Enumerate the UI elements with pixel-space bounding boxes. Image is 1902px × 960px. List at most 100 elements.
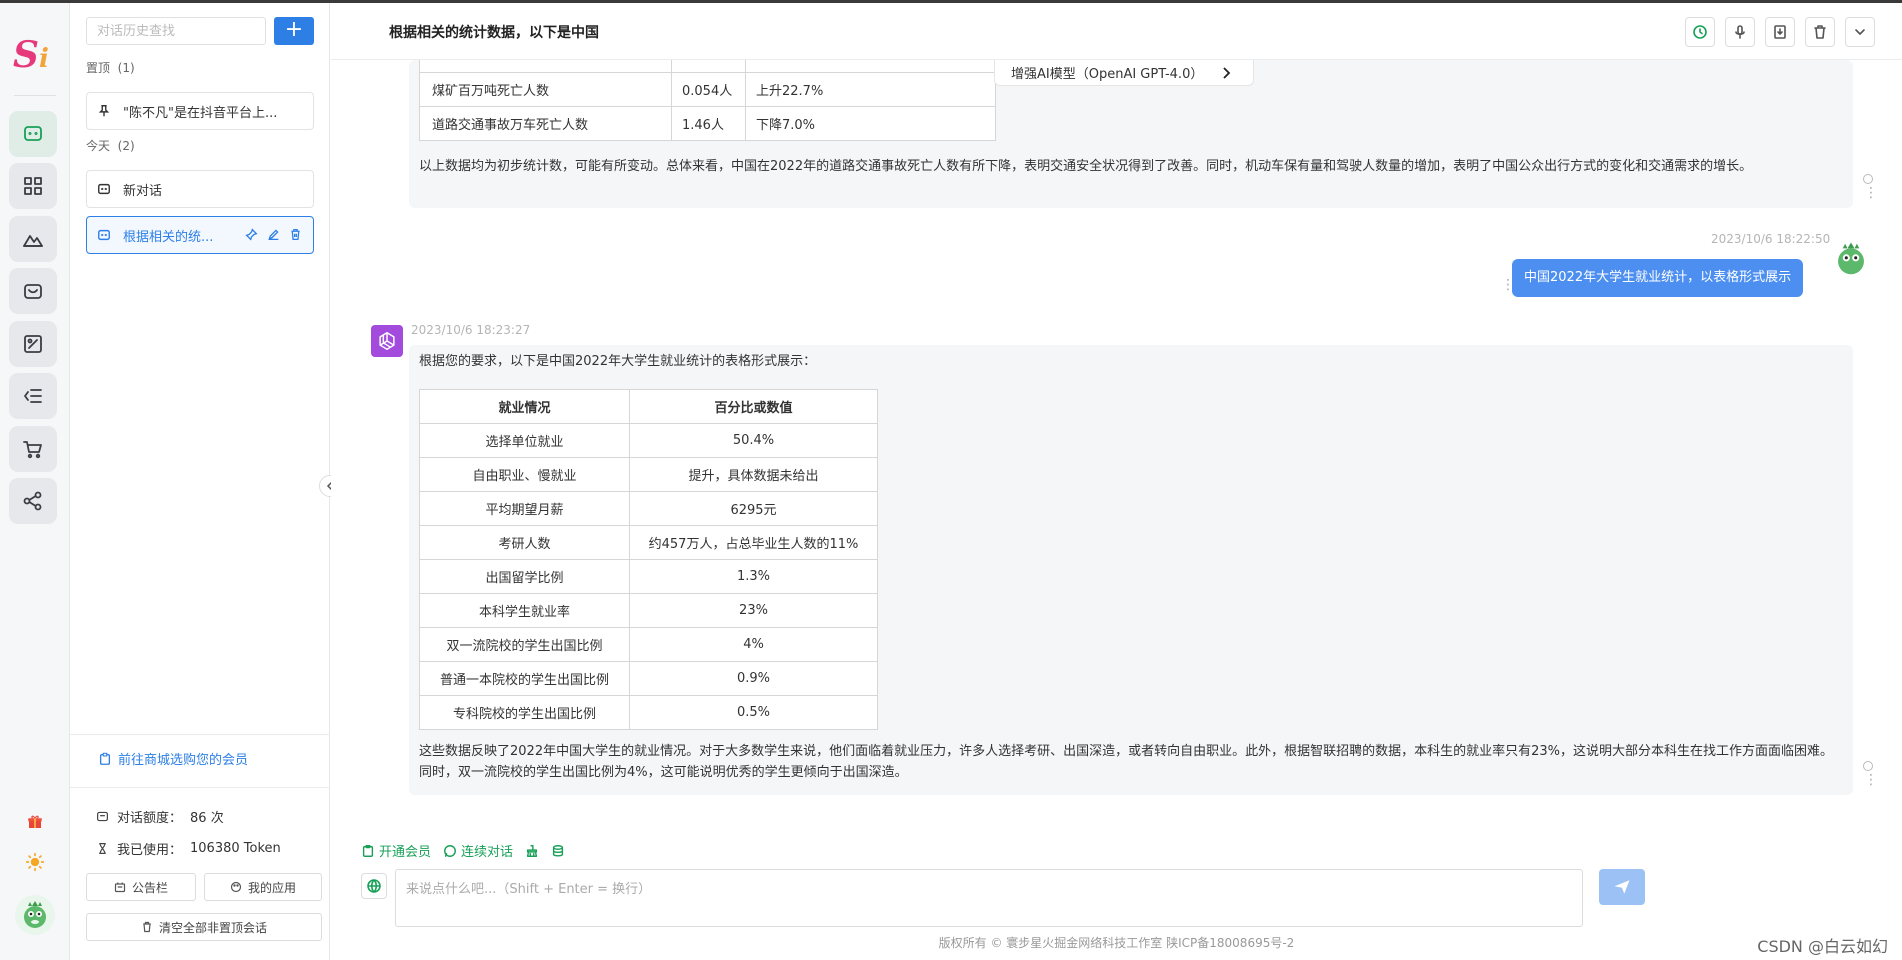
table-row: 自由职业、慢就业 提升，具体数据未给出 <box>419 457 878 492</box>
table-row: 出国留学比例 1.3% <box>419 559 878 594</box>
table-row: 普通一本院校的学生出国比例 0.9% <box>419 661 878 696</box>
table-row: 煤矿百万吨死亡人数 0.054人 上升22.7% <box>419 71 996 107</box>
conversation-title: 新对话 <box>123 183 163 199</box>
chat-main: 根据相关的统计数据，以下是中国 煤矿百万吨死亡人数 0.054人 上升22.7% <box>331 3 1902 960</box>
conversation-item-active[interactable]: 根据相关的统... <box>86 216 314 254</box>
table-row: 选择单位就业 50.4% <box>419 423 878 458</box>
send-button[interactable] <box>1599 869 1645 905</box>
gift-icon[interactable] <box>24 811 46 833</box>
conversation-item-new[interactable]: 新对话 <box>86 170 314 208</box>
rail-list-button[interactable] <box>9 373 57 419</box>
table-row: 考研人数 约457万人，占总毕业生人数的11% <box>419 525 878 560</box>
cart-icon <box>23 441 42 459</box>
action-bar: 开通会员 连续对话 <box>361 841 565 860</box>
prompt-store-button[interactable] <box>361 873 387 899</box>
model-selector[interactable]: 增强AI模型（OpenAI GPT-4.0） <box>994 60 1254 86</box>
conversation-sidebar: + 置顶 (1) "陈不凡"是在抖音平台上... 今天 (2) 新对话 根据相关… <box>70 3 330 960</box>
ai-message-time: 2023/10/6 18:23:27 <box>411 323 531 337</box>
quota-stat: 对话额度： 86 次 <box>96 807 224 826</box>
notice-icon <box>114 882 126 893</box>
ai-avatar <box>371 325 403 357</box>
ai-message-bubble: 根据您的要求，以下是中国2022年大学生就业统计的表格形式展示： 就业情况 百分… <box>409 345 1853 795</box>
chat-icon <box>97 182 111 196</box>
pinned-group-label: 置顶 (1) <box>86 61 135 75</box>
user-message-bubble: 中国2022年大学生就业统计，以表格形式展示 <box>1512 259 1804 297</box>
trash-icon[interactable] <box>289 228 303 242</box>
history-search-input[interactable] <box>86 17 266 45</box>
rail-divider <box>14 95 56 96</box>
table-row: 平均期望月薪 6295元 <box>419 491 878 526</box>
table-row: 双一流院校的学生出国比例 4% <box>419 627 878 662</box>
chat-header: 根据相关的统计数据，以下是中国 <box>331 3 1902 60</box>
sun-theme-icon[interactable] <box>24 851 46 873</box>
table-row: 道路交通事故万车死亡人数 1.46人 下降7.0% <box>419 105 996 141</box>
more-options-button[interactable] <box>1845 17 1875 47</box>
notice-board-button[interactable]: 公告栏 <box>86 873 196 901</box>
database-icon <box>552 844 564 857</box>
sidebar-divider <box>70 787 330 788</box>
edit-image-icon <box>24 335 42 353</box>
rail-chat-button[interactable] <box>9 111 57 157</box>
user-message-time: 2023/10/6 18:22:50 <box>1711 232 1831 246</box>
employment-table: 就业情况 百分比或数值 选择单位就业 50.4% 自由职业、慢就业 提升，具体数据未… <box>419 389 878 730</box>
rail-wallet-button[interactable] <box>9 268 57 314</box>
pin-icon <box>97 104 111 118</box>
send-icon <box>1614 880 1630 894</box>
history-button[interactable] <box>1685 17 1715 47</box>
export-button[interactable] <box>1765 17 1795 47</box>
my-apps-button[interactable]: 我的应用 <box>204 873 322 901</box>
message-status-icon <box>1863 761 1873 771</box>
trash-icon <box>1814 25 1826 39</box>
voice-button[interactable] <box>1725 17 1755 47</box>
wallet-icon <box>24 284 42 299</box>
continuous-chat-toggle[interactable]: 连续对话 <box>443 841 513 860</box>
user-avatar <box>1831 239 1871 279</box>
rail-image-button[interactable] <box>9 216 57 262</box>
rail-apps-button[interactable] <box>9 163 57 209</box>
grid-icon <box>24 177 42 195</box>
user-avatar-rail[interactable] <box>15 895 55 935</box>
message-more-icon[interactable]: ⋮ <box>1864 773 1878 787</box>
clear-conversations-button[interactable]: 清空全部非置顶会话 <box>86 913 322 941</box>
member-store-link[interactable]: 前往商城选购您的会员 <box>98 749 248 768</box>
today-group-label: 今天 (2) <box>86 139 135 153</box>
message-intro: 根据您的要求，以下是中国2022年大学生就业统计的表格形式展示： <box>419 354 817 369</box>
globe-icon <box>367 879 381 893</box>
app-logo[interactable]: Si <box>13 33 57 77</box>
message-conclusion: 这些数据反映了2022年中国大学生的就业情况。对于大多数学生来说，他们面临着就业… <box>419 744 1833 780</box>
chat-title: 根据相关的统计数据，以下是中国 <box>389 25 599 41</box>
pin-icon[interactable] <box>245 228 259 242</box>
share-icon <box>23 491 42 511</box>
edit-icon[interactable] <box>267 228 281 242</box>
new-chat-button[interactable]: + <box>274 17 314 45</box>
quota-icon <box>97 811 108 822</box>
message-paragraph: 以上数据均为初步统计数，可能有所变动。总体来看，中国在2022年的道路交通事故死… <box>419 159 1753 174</box>
trash-icon <box>143 921 151 933</box>
rail-draw-button[interactable] <box>9 321 57 367</box>
menu-list-icon <box>24 389 42 403</box>
footer-copyright: 版权所有 © 寰步星火掘金网络科技工作室 陕ICP备18008695号-2 <box>938 936 1295 950</box>
message-input[interactable] <box>395 869 1583 927</box>
whatsapp-chat-icon <box>444 844 456 857</box>
chevron-right-icon <box>1223 66 1231 79</box>
chat-icon <box>24 126 42 141</box>
rail-share-button[interactable] <box>9 478 57 524</box>
message-more-icon[interactable]: ⋮ <box>1864 186 1878 200</box>
clipboard-icon <box>99 752 111 765</box>
table-row: 本科学生就业率 23% <box>419 593 878 628</box>
chevron-down-icon <box>1855 29 1865 35</box>
download-icon <box>1774 25 1786 39</box>
delete-chat-button[interactable] <box>1805 17 1835 47</box>
previous-table: 煤矿百万吨死亡人数 0.054人 上升22.7% 道路交通事故万车死亡人数 1.… <box>419 60 996 141</box>
pinned-conversation-item[interactable]: "陈不凡"是在抖音平台上... <box>86 92 314 130</box>
open-member-button[interactable]: 开通会员 <box>361 841 431 860</box>
sidebar-divider <box>70 734 330 735</box>
openai-icon <box>379 331 395 351</box>
clear-context-button[interactable] <box>525 844 539 858</box>
microphone-icon <box>1735 25 1745 39</box>
rail-shop-button[interactable] <box>9 426 57 472</box>
save-button[interactable] <box>551 844 565 858</box>
icon-rail: Si <box>0 3 70 960</box>
mountain-icon <box>23 235 43 247</box>
clipboard-icon <box>362 844 374 857</box>
